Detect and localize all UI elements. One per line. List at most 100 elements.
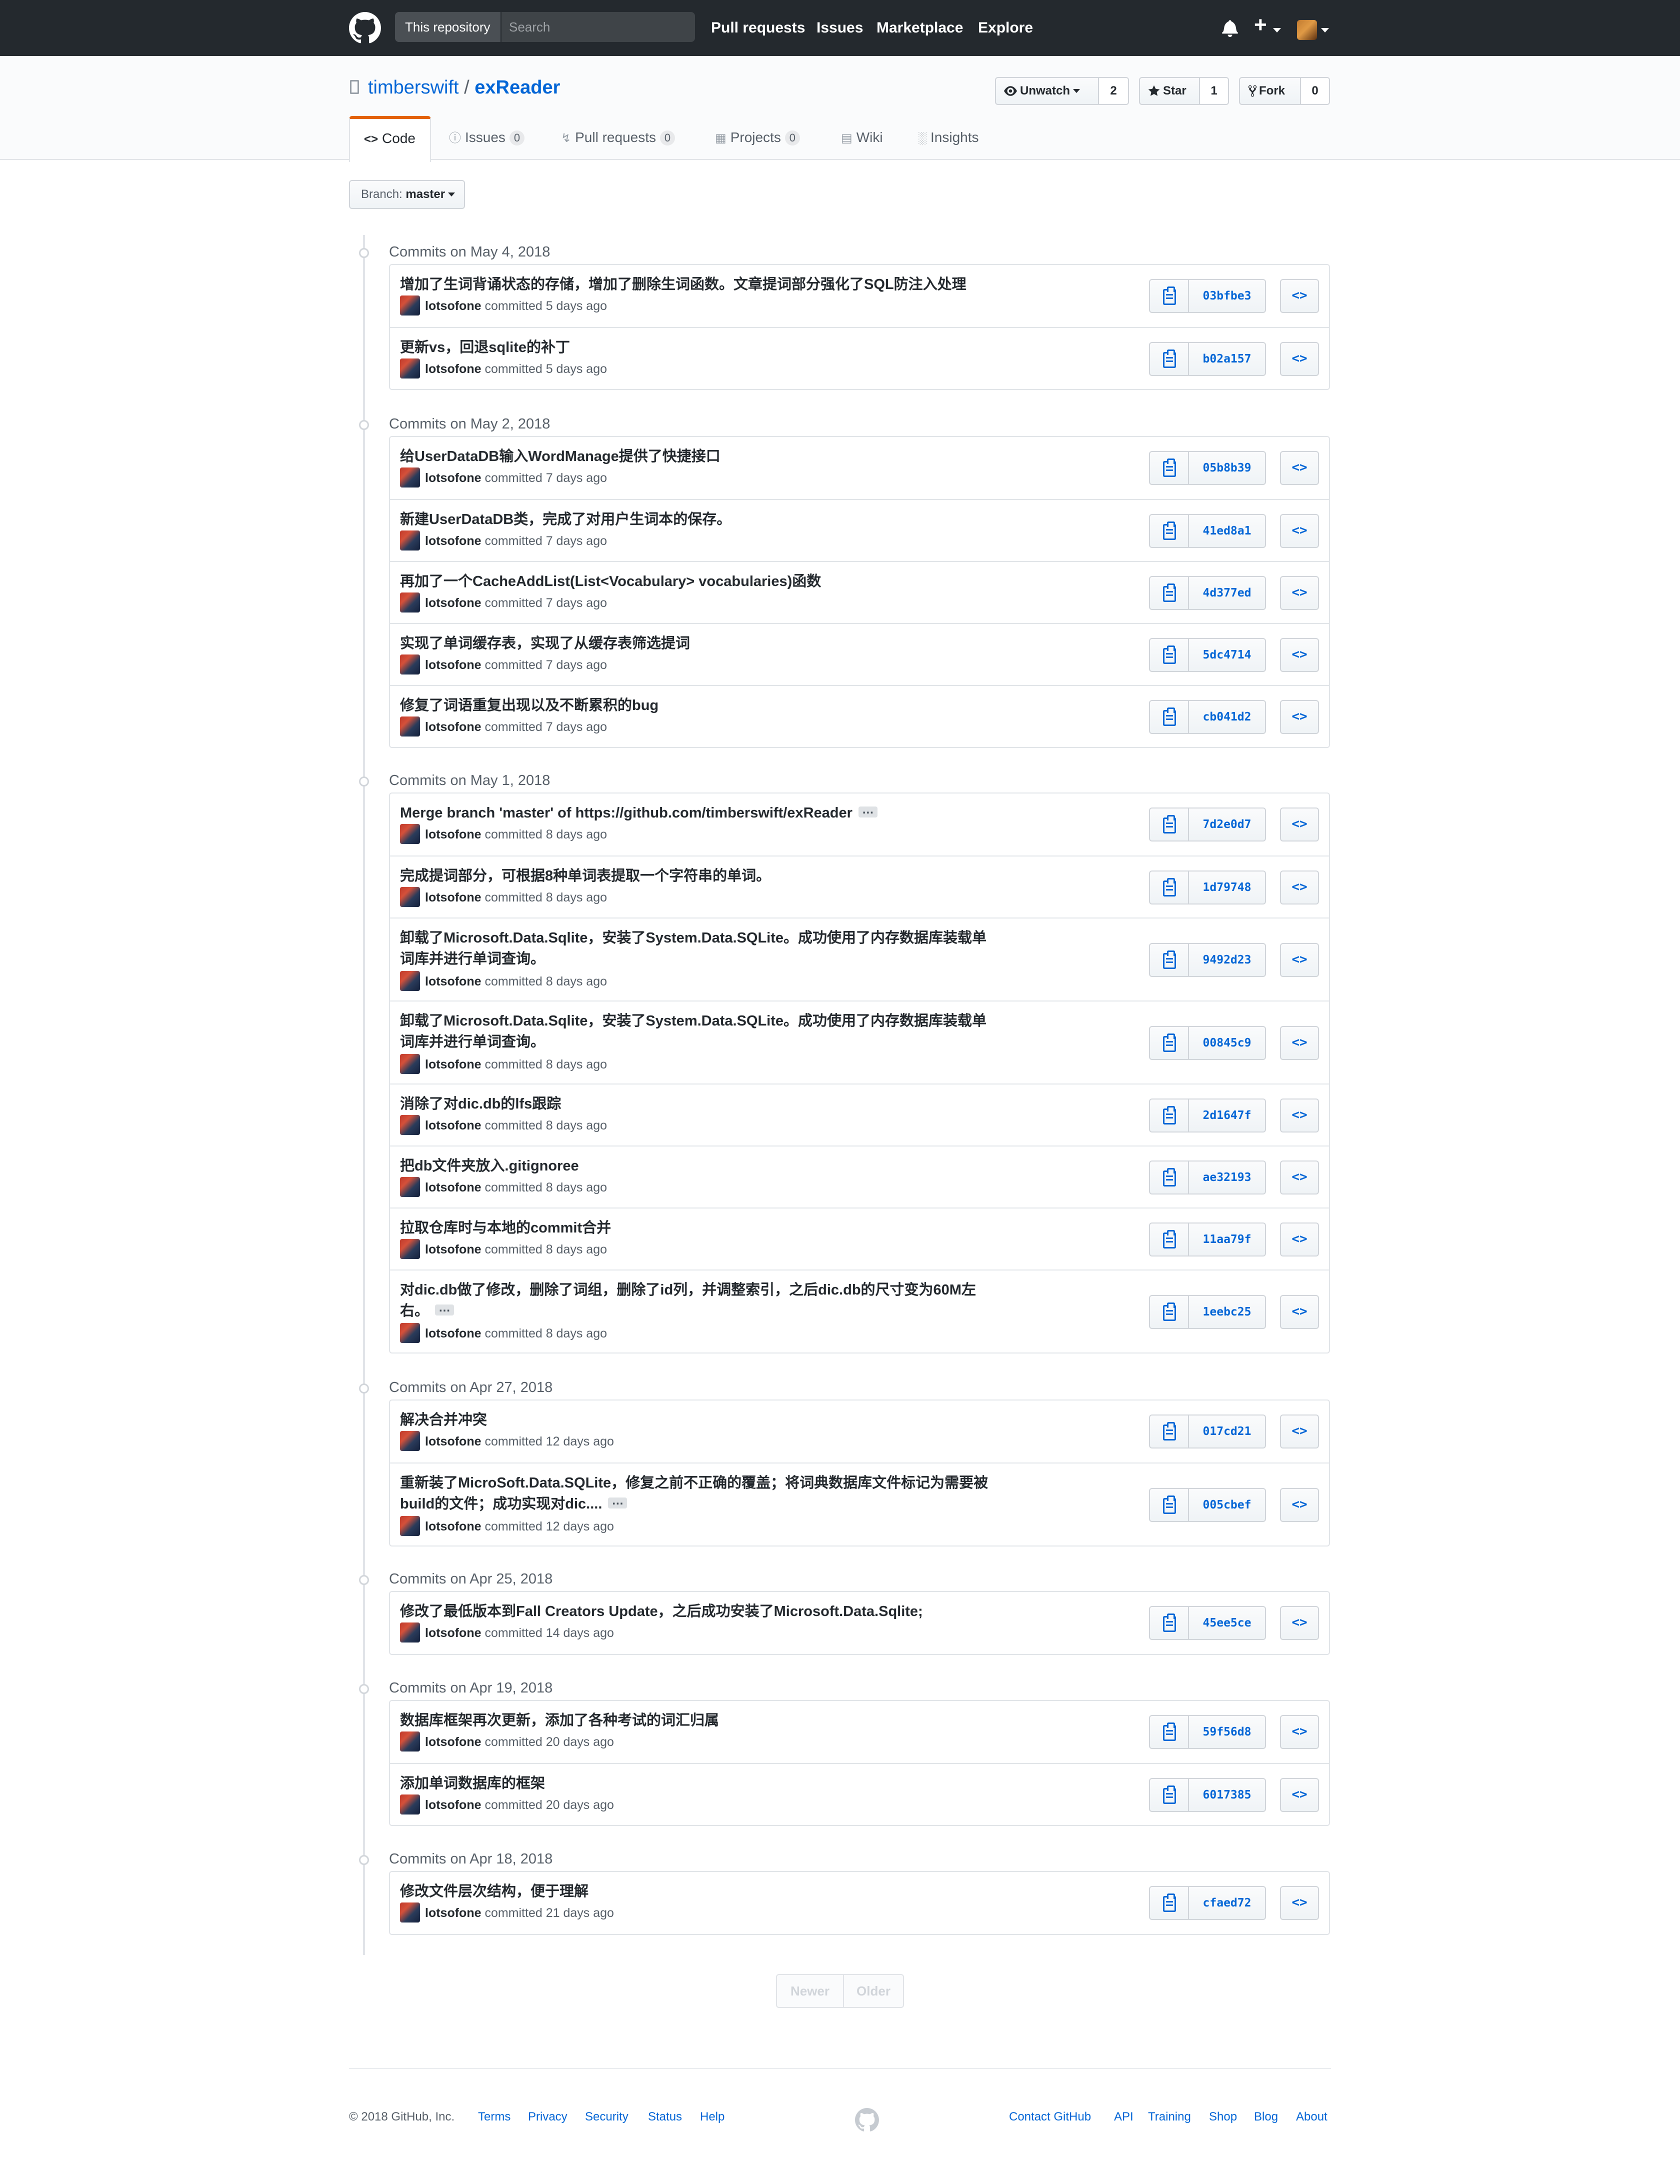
repo-name-link[interactable]: exReader — [474, 77, 560, 98]
commit-message-link[interactable]: Merge branch 'master' of https://github.… — [400, 800, 990, 824]
commit-author-link[interactable]: lotsofone — [425, 1626, 482, 1640]
bell-icon[interactable] — [1222, 19, 1238, 37]
commit-sha-link[interactable]: 59f56d8 — [1188, 1715, 1266, 1749]
copy-sha-button[interactable] — [1149, 638, 1189, 672]
commit-sha-link[interactable]: 05b8b39 — [1188, 451, 1266, 485]
github-mark-icon[interactable] — [855, 2108, 879, 2132]
commit-message-link[interactable]: 更新vs，回退sqlite的补丁 — [400, 337, 990, 358]
commit-sha-link[interactable]: 6017385 — [1188, 1778, 1266, 1812]
tab-code[interactable]: <> Code — [349, 116, 431, 162]
copy-sha-button[interactable] — [1149, 1026, 1189, 1060]
forks-count[interactable]: 0 — [1301, 77, 1330, 105]
unwatch-button[interactable]: Unwatch — [995, 77, 1099, 105]
newer-button[interactable]: Newer — [777, 1975, 843, 2007]
nav-issues[interactable]: Issues — [816, 18, 863, 38]
commit-message-link[interactable]: 卸载了Microsoft.Data.Sqlite，安装了System.Data.… — [400, 928, 990, 970]
fork-button[interactable]: Fork — [1239, 77, 1301, 105]
copy-sha-button[interactable] — [1149, 1715, 1189, 1749]
copy-sha-button[interactable] — [1149, 514, 1189, 548]
star-button[interactable]: Star — [1139, 77, 1200, 105]
copy-sha-button[interactable] — [1149, 808, 1189, 842]
commit-author-link[interactable]: lotsofone — [425, 362, 482, 376]
author-avatar[interactable] — [400, 1794, 420, 1815]
browse-code-icon[interactable]: <> — [1280, 1295, 1319, 1329]
footer-link-terms[interactable]: Terms — [478, 2109, 510, 2125]
browse-code-icon[interactable]: <> — [1280, 451, 1319, 485]
commit-sha-link[interactable]: 017cd21 — [1188, 1414, 1266, 1448]
commit-message-link[interactable]: 修改了最低版本到Fall Creators Update，之后成功安装了Micr… — [400, 1601, 990, 1622]
plus-icon[interactable]: + — [1254, 14, 1267, 36]
commit-message-link[interactable]: 消除了对dic.db的lfs跟踪 — [400, 1094, 990, 1114]
commit-message-link[interactable]: 完成提词部分，可根据8种单词表提取一个字符串的单词。 — [400, 866, 990, 886]
browse-code-icon[interactable]: <> — [1280, 514, 1319, 548]
search-scope-label[interactable]: This repository — [395, 12, 502, 42]
commit-message-link[interactable]: 数据库框架再次更新，添加了各种考试的词汇归属 — [400, 1710, 990, 1731]
commit-author-link[interactable]: lotsofone — [425, 1058, 482, 1072]
commit-author-link[interactable]: lotsofone — [425, 828, 482, 842]
user-avatar[interactable] — [1297, 20, 1317, 40]
commit-author-link[interactable]: lotsofone — [425, 890, 482, 904]
browse-code-icon[interactable]: <> — [1280, 1098, 1319, 1132]
browse-code-icon[interactable]: <> — [1280, 1160, 1319, 1194]
expand-message-button[interactable] — [435, 1298, 454, 1318]
github-logo-icon[interactable] — [349, 12, 381, 44]
commit-message-link[interactable]: 给UserDataDB输入WordManage提供了快捷接口 — [400, 446, 990, 467]
stargazers-count[interactable]: 1 — [1200, 77, 1229, 105]
copy-sha-button[interactable] — [1149, 576, 1189, 610]
commit-message-link[interactable]: 把db文件夹放入.gitignoree — [400, 1156, 990, 1176]
commit-author-link[interactable]: lotsofone — [425, 534, 482, 548]
author-avatar[interactable] — [400, 358, 420, 379]
tab-pull-requests[interactable]: ↯ Pull requests 0 — [561, 116, 675, 161]
author-avatar[interactable] — [400, 971, 420, 992]
commit-sha-link[interactable]: 2d1647f — [1188, 1098, 1266, 1132]
commit-sha-link[interactable]: 41ed8a1 — [1188, 514, 1266, 548]
browse-code-icon[interactable]: <> — [1280, 1715, 1319, 1749]
browse-code-icon[interactable]: <> — [1280, 1886, 1319, 1920]
footer-link-shop[interactable]: Shop — [1209, 2109, 1237, 2125]
commit-message-link[interactable]: 增加了生词背诵状态的存储，增加了删除生词函数。文章提词部分强化了SQL防注入处理 — [400, 274, 990, 295]
watchers-count[interactable]: 2 — [1099, 77, 1129, 105]
tab-wiki[interactable]: ▤ Wiki — [841, 116, 883, 161]
browse-code-icon[interactable]: <> — [1280, 342, 1319, 376]
copy-sha-button[interactable] — [1149, 1098, 1189, 1132]
author-avatar[interactable] — [400, 530, 420, 551]
commit-sha-link[interactable]: 11aa79f — [1188, 1222, 1266, 1256]
branch-select-button[interactable]: Branch: master — [349, 180, 466, 209]
copy-sha-button[interactable] — [1149, 1778, 1189, 1812]
commit-author-link[interactable]: lotsofone — [425, 596, 482, 610]
commit-message-link[interactable]: 拉取仓库时与本地的commit合并 — [400, 1218, 990, 1238]
expand-message-button[interactable] — [608, 1490, 628, 1512]
copy-sha-button[interactable] — [1149, 943, 1189, 977]
search-input[interactable] — [503, 12, 693, 42]
commit-author-link[interactable]: lotsofone — [425, 471, 482, 485]
footer-link-privacy[interactable]: Privacy — [528, 2109, 568, 2125]
commit-message-link[interactable]: 添加单词数据库的框架 — [400, 1773, 990, 1794]
author-avatar[interactable] — [400, 887, 420, 908]
browse-code-icon[interactable]: <> — [1280, 1488, 1319, 1522]
copy-sha-button[interactable] — [1149, 451, 1189, 485]
commit-message-link[interactable]: 卸载了Microsoft.Data.Sqlite，安装了System.Data.… — [400, 1010, 990, 1052]
copy-sha-button[interactable] — [1149, 1488, 1189, 1522]
footer-link-blog[interactable]: Blog — [1254, 2109, 1278, 2125]
copy-sha-button[interactable] — [1149, 1886, 1189, 1920]
author-avatar[interactable] — [400, 716, 420, 737]
browse-code-icon[interactable]: <> — [1280, 1222, 1319, 1256]
author-avatar[interactable] — [400, 1431, 420, 1452]
author-avatar[interactable] — [400, 1115, 420, 1136]
commit-sha-link[interactable]: 005cbef — [1188, 1488, 1266, 1522]
author-avatar[interactable] — [400, 1239, 420, 1260]
commit-sha-link[interactable]: 03bfbe3 — [1188, 279, 1266, 313]
footer-link-status[interactable]: Status — [648, 2109, 682, 2125]
author-avatar[interactable] — [400, 296, 420, 316]
older-button[interactable]: Older — [844, 1975, 903, 2007]
commit-message-link[interactable]: 解决合并冲突 — [400, 1410, 990, 1430]
browse-code-icon[interactable]: <> — [1280, 1414, 1319, 1448]
copy-sha-button[interactable] — [1149, 342, 1189, 376]
commit-author-link[interactable]: lotsofone — [425, 1118, 482, 1132]
author-avatar[interactable] — [400, 1323, 420, 1344]
commit-sha-link[interactable]: 45ee5ce — [1188, 1606, 1266, 1640]
create-dropdown-caret-icon[interactable] — [1273, 28, 1281, 32]
commit-author-link[interactable]: lotsofone — [425, 1326, 482, 1340]
commit-sha-link[interactable]: cb041d2 — [1188, 700, 1266, 734]
commit-sha-link[interactable]: 5dc4714 — [1188, 638, 1266, 672]
